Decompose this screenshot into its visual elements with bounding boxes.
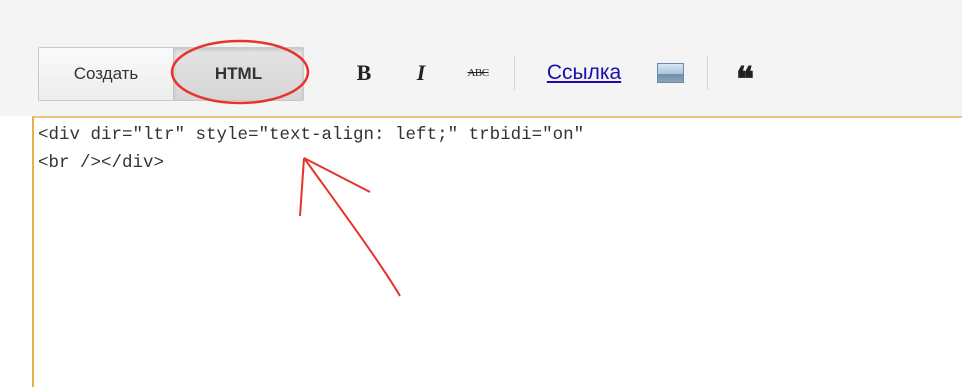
link-button[interactable]: Ссылка: [532, 58, 636, 88]
code-line-2: <br /></div>: [38, 153, 165, 173]
code-line-1: <div dir="ltr" style="text-align: left;"…: [38, 125, 585, 145]
top-bar: [0, 0, 962, 31]
toolbar-divider: [707, 56, 708, 90]
html-source-code: <div dir="ltr" style="text-align: left;"…: [38, 121, 584, 177]
strikethrough-button[interactable]: ABC: [458, 58, 498, 88]
quote-icon: ❝: [735, 62, 755, 99]
image-icon: [656, 63, 684, 83]
mode-switcher: Создать HTML: [38, 47, 304, 101]
bold-button[interactable]: B: [352, 58, 376, 88]
compose-mode-button[interactable]: Создать: [39, 48, 173, 100]
html-mode-button[interactable]: HTML: [173, 48, 303, 100]
italic-button[interactable]: I: [410, 58, 432, 88]
toolbar-divider: [514, 56, 515, 90]
insert-image-button[interactable]: [654, 58, 686, 88]
quote-button[interactable]: ❝: [730, 58, 760, 99]
